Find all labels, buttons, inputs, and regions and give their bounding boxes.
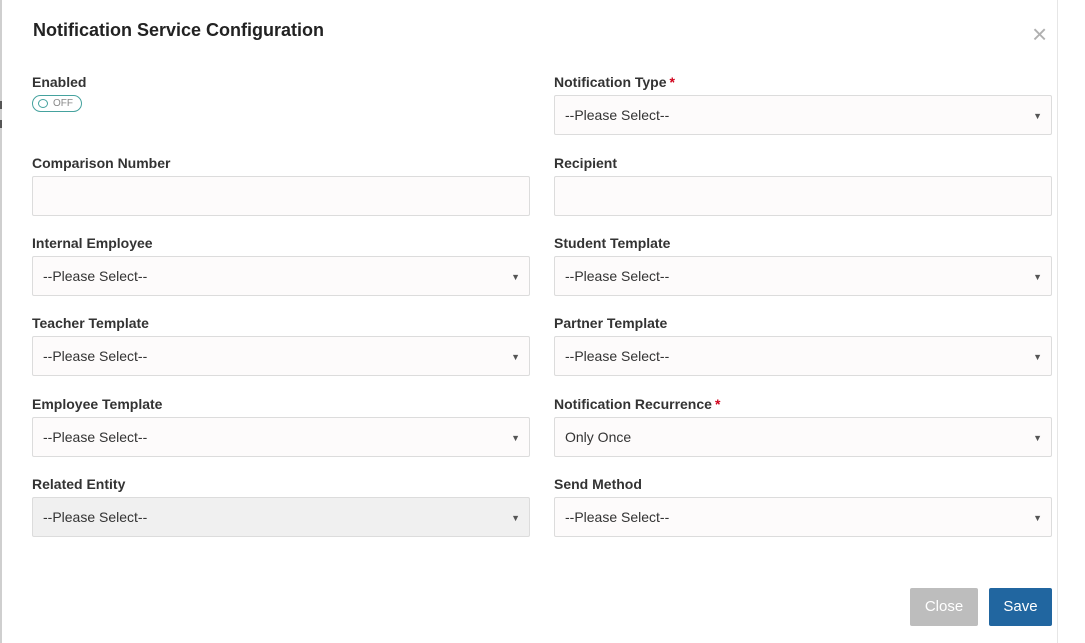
chevron-down-icon: ▼ [1033, 272, 1042, 282]
notification-recurrence-field: Notification Recurrence * Only Once ▼ [554, 394, 1052, 457]
chevron-down-icon: ▼ [511, 513, 520, 523]
internal-employee-label: Internal Employee [32, 235, 153, 251]
chevron-down-icon: ▼ [511, 433, 520, 443]
chevron-down-icon: ▼ [1033, 111, 1042, 121]
employee-template-value: --Please Select-- [43, 429, 148, 445]
required-asterisk: * [714, 396, 721, 412]
save-button[interactable]: Save [989, 588, 1052, 626]
chevron-down-icon: ▼ [1033, 433, 1042, 443]
enabled-label: Enabled [32, 74, 87, 90]
teacher-template-select[interactable]: --Please Select-- ▼ [32, 336, 530, 376]
partner-template-field: Partner Template --Please Select-- ▼ [554, 313, 1052, 376]
send-method-select[interactable]: --Please Select-- ▼ [554, 497, 1052, 537]
notification-recurrence-label-text: Notification Recurrence [554, 396, 712, 412]
send-method-value: --Please Select-- [565, 509, 670, 525]
teacher-template-label: Teacher Template [32, 315, 149, 331]
notification-type-select[interactable]: --Please Select-- ▼ [554, 95, 1052, 135]
teacher-template-value: --Please Select-- [43, 348, 148, 364]
notification-config-dialog: Notification Service Configuration × Ena… [2, 0, 1057, 643]
related-entity-select: --Please Select-- ▼ [32, 497, 530, 537]
enabled-field: Enabled OFF [32, 72, 530, 112]
employee-template-field: Employee Template --Please Select-- ▼ [32, 394, 530, 457]
related-entity-label: Related Entity [32, 476, 126, 492]
student-template-field: Student Template --Please Select-- ▼ [554, 233, 1052, 296]
internal-employee-value: --Please Select-- [43, 268, 148, 284]
notification-recurrence-label: Notification Recurrence * [554, 394, 1052, 414]
chevron-down-icon: ▼ [1033, 352, 1042, 362]
notification-recurrence-select[interactable]: Only Once ▼ [554, 417, 1052, 457]
recipient-input[interactable] [554, 176, 1052, 216]
required-asterisk: * [669, 74, 675, 90]
internal-employee-select[interactable]: --Please Select-- ▼ [32, 256, 530, 296]
partner-template-value: --Please Select-- [565, 348, 670, 364]
chevron-down-icon: ▼ [511, 352, 520, 362]
chevron-down-icon: ▼ [511, 272, 520, 282]
related-entity-field: Related Entity --Please Select-- ▼ [32, 474, 530, 537]
toggle-knob-icon [38, 99, 48, 108]
notification-type-label: Notification Type * [554, 72, 1052, 92]
close-button[interactable]: Close [910, 588, 978, 626]
comparison-number-label: Comparison Number [32, 155, 171, 171]
student-template-select[interactable]: --Please Select-- ▼ [554, 256, 1052, 296]
teacher-template-field: Teacher Template --Please Select-- ▼ [32, 313, 530, 376]
comparison-number-input[interactable] [32, 176, 530, 216]
internal-employee-field: Internal Employee --Please Select-- ▼ [32, 233, 530, 296]
notification-recurrence-value: Only Once [565, 429, 632, 445]
send-method-field: Send Method --Please Select-- ▼ [554, 474, 1052, 537]
chevron-down-icon: ▼ [1033, 513, 1042, 523]
employee-template-select[interactable]: --Please Select-- ▼ [32, 417, 530, 457]
comparison-number-field: Comparison Number [32, 153, 530, 216]
employee-template-label: Employee Template [32, 396, 163, 412]
toggle-state-text: OFF [53, 98, 73, 109]
notification-type-field: Notification Type * --Please Select-- ▼ [554, 72, 1052, 135]
related-entity-value: --Please Select-- [43, 509, 148, 525]
close-x-icon[interactable]: × [1032, 21, 1047, 47]
student-template-value: --Please Select-- [565, 268, 670, 284]
dialog-title: Notification Service Configuration [33, 20, 325, 40]
student-template-label: Student Template [554, 235, 671, 251]
recipient-label: Recipient [554, 155, 618, 171]
recipient-field: Recipient [554, 153, 1052, 216]
send-method-label: Send Method [554, 476, 642, 492]
partner-template-label: Partner Template [554, 315, 668, 331]
page-scrollbar[interactable] [1057, 0, 1085, 643]
notification-type-label-text: Notification Type [554, 74, 667, 90]
notification-type-value: --Please Select-- [565, 107, 670, 123]
partner-template-select[interactable]: --Please Select-- ▼ [554, 336, 1052, 376]
enabled-toggle[interactable]: OFF [32, 95, 82, 112]
